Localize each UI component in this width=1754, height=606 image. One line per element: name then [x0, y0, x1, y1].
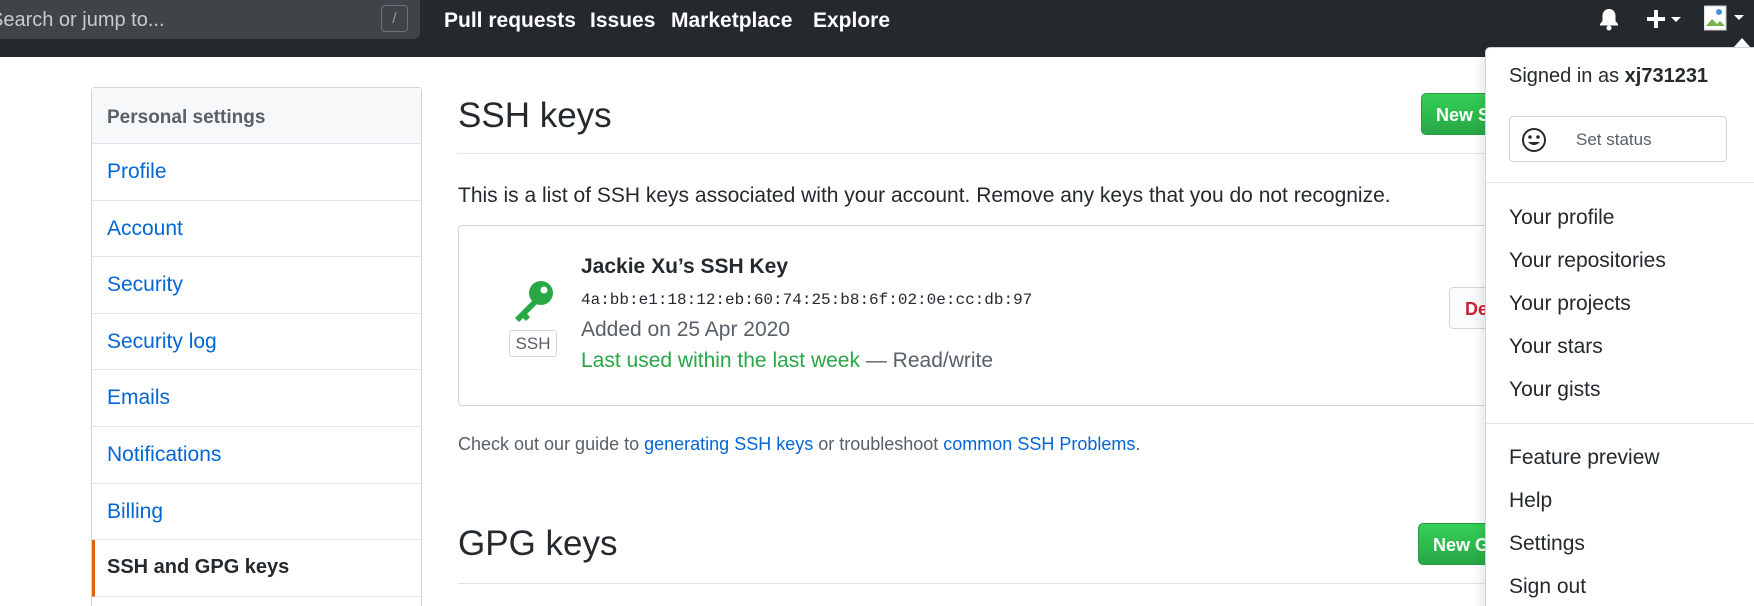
set-status-label: Set status — [1576, 130, 1652, 149]
ssh-key-item: SSH Jackie Xu’s SSH Key 4a:bb:e1:18:12:e… — [458, 225, 1509, 406]
ssh-key-access: — Read/write — [860, 349, 994, 372]
sidebar-item-emails[interactable]: Emails — [92, 370, 421, 427]
sidebar-item-security-log[interactable]: Security log — [92, 314, 421, 371]
dropdown-divider — [1486, 423, 1754, 424]
key-icon — [515, 281, 553, 322]
ssh-key-name: Jackie Xu’s SSH Key — [581, 255, 789, 278]
signed-in-label: Signed in as — [1509, 65, 1625, 87]
ssh-keys-title: SSH keys — [458, 96, 612, 135]
common-ssh-problems-link[interactable]: common SSH Problems — [943, 434, 1135, 454]
menu-your-projects[interactable]: Your projects — [1509, 292, 1631, 316]
menu-your-gists[interactable]: Your gists — [1509, 378, 1600, 402]
settings-sidebar: Personal settings Profile Account Securi… — [91, 87, 422, 606]
set-status-button[interactable]: Set status — [1509, 116, 1727, 162]
ssh-key-usage: Last used within the last week — Read/wr… — [581, 349, 993, 373]
menu-feature-preview[interactable]: Feature preview — [1509, 446, 1660, 470]
sidebar-item-profile[interactable]: Profile — [92, 144, 421, 201]
search-shortcut-key: / — [381, 5, 408, 32]
menu-help[interactable]: Help — [1509, 489, 1552, 513]
menu-your-profile[interactable]: Your profile — [1509, 206, 1614, 230]
ssh-key-added-date: Added on 25 Apr 2020 — [581, 318, 791, 341]
divider — [458, 583, 1498, 584]
generating-ssh-keys-link[interactable]: generating SSH keys — [644, 434, 813, 454]
avatar[interactable] — [1704, 4, 1750, 34]
guide-prefix: Check out our guide to — [458, 434, 645, 454]
search-placeholder: Search or jump to... — [0, 9, 165, 31]
sidebar-item-ssh-gpg-keys[interactable]: SSH and GPG keys — [92, 540, 421, 597]
ssh-key-last-used: Last used within the last week — [581, 349, 860, 372]
guide-suffix: . — [1135, 434, 1141, 454]
menu-sign-out[interactable]: Sign out — [1509, 575, 1586, 599]
dropdown-divider — [1486, 182, 1754, 183]
menu-your-stars[interactable]: Your stars — [1509, 335, 1603, 359]
signed-in-as: Signed in as xj731231 — [1509, 65, 1708, 88]
sidebar-item-billing[interactable]: Billing — [92, 484, 421, 541]
divider — [458, 153, 1498, 154]
menu-your-repositories[interactable]: Your repositories — [1509, 249, 1666, 273]
main-content: SSH keys New SSH key This is a list of S… — [458, 0, 1541, 606]
username: xj731231 — [1624, 65, 1709, 87]
search-input[interactable]: Search or jump to... / — [0, 0, 420, 39]
ssh-intro-text: This is a list of SSH keys associated wi… — [458, 184, 1391, 207]
gpg-keys-title: GPG keys — [458, 524, 618, 563]
guide-middle: or troubleshoot — [813, 434, 944, 454]
plus-icon[interactable] — [1643, 6, 1683, 32]
ssh-badge: SSH — [509, 330, 557, 357]
ssh-guide-text: Check out our guide to generating SSH ke… — [458, 434, 1140, 455]
sidebar-item-account[interactable]: Account — [92, 201, 421, 258]
sidebar-item-notifications[interactable]: Notifications — [92, 427, 421, 484]
bell-icon[interactable] — [1596, 6, 1622, 32]
smiley-icon — [1522, 128, 1546, 152]
sidebar-heading: Personal settings — [92, 88, 421, 144]
user-menu-dropdown: Signed in as xj731231 Set status Your pr… — [1485, 47, 1754, 606]
menu-settings[interactable]: Settings — [1509, 532, 1585, 556]
ssh-key-fingerprint: 4a:bb:e1:18:12:eb:60:74:25:b8:6f:02:0e:c… — [581, 291, 1033, 309]
sidebar-item-security[interactable]: Security — [92, 257, 421, 314]
